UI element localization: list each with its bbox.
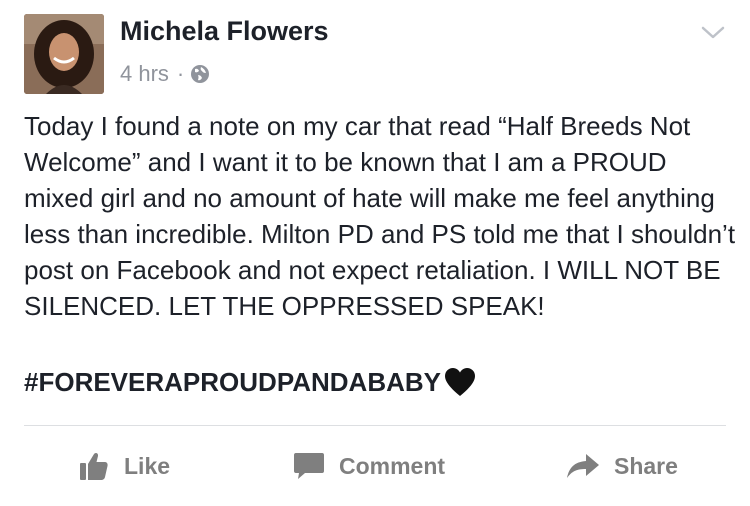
comment-bubble-icon xyxy=(293,451,325,481)
hashtag-line: #FOREVERAPROUDPANDABABY xyxy=(24,366,477,398)
profile-photo xyxy=(24,14,104,94)
share-arrow-icon xyxy=(566,452,600,480)
thumbs-up-icon xyxy=(78,450,110,482)
globe-icon[interactable] xyxy=(190,64,210,84)
comment-label: Comment xyxy=(339,452,446,479)
author-name[interactable]: Michela Flowers xyxy=(120,16,329,47)
hashtag[interactable]: #FOREVERAPROUDPANDABABY xyxy=(24,367,441,398)
meta-separator: · xyxy=(176,61,185,86)
facebook-post: Michela Flowers 4 hrs · Today I found a … xyxy=(0,0,750,506)
post-body-text: Today I found a note on my car that read… xyxy=(24,111,736,321)
post-meta: 4 hrs · xyxy=(120,60,210,88)
like-button[interactable]: Like xyxy=(78,440,170,492)
black-heart-icon xyxy=(443,366,477,398)
share-button[interactable]: Share xyxy=(566,440,678,492)
comment-button[interactable]: Comment xyxy=(293,440,445,492)
like-label: Like xyxy=(124,452,171,479)
avatar[interactable] xyxy=(24,14,104,94)
action-bar: Like Comment Share xyxy=(0,440,750,492)
share-label: Share xyxy=(614,452,678,479)
divider xyxy=(24,425,726,426)
chevron-down-icon[interactable] xyxy=(700,24,726,42)
timestamp[interactable]: 4 hrs xyxy=(120,61,169,87)
